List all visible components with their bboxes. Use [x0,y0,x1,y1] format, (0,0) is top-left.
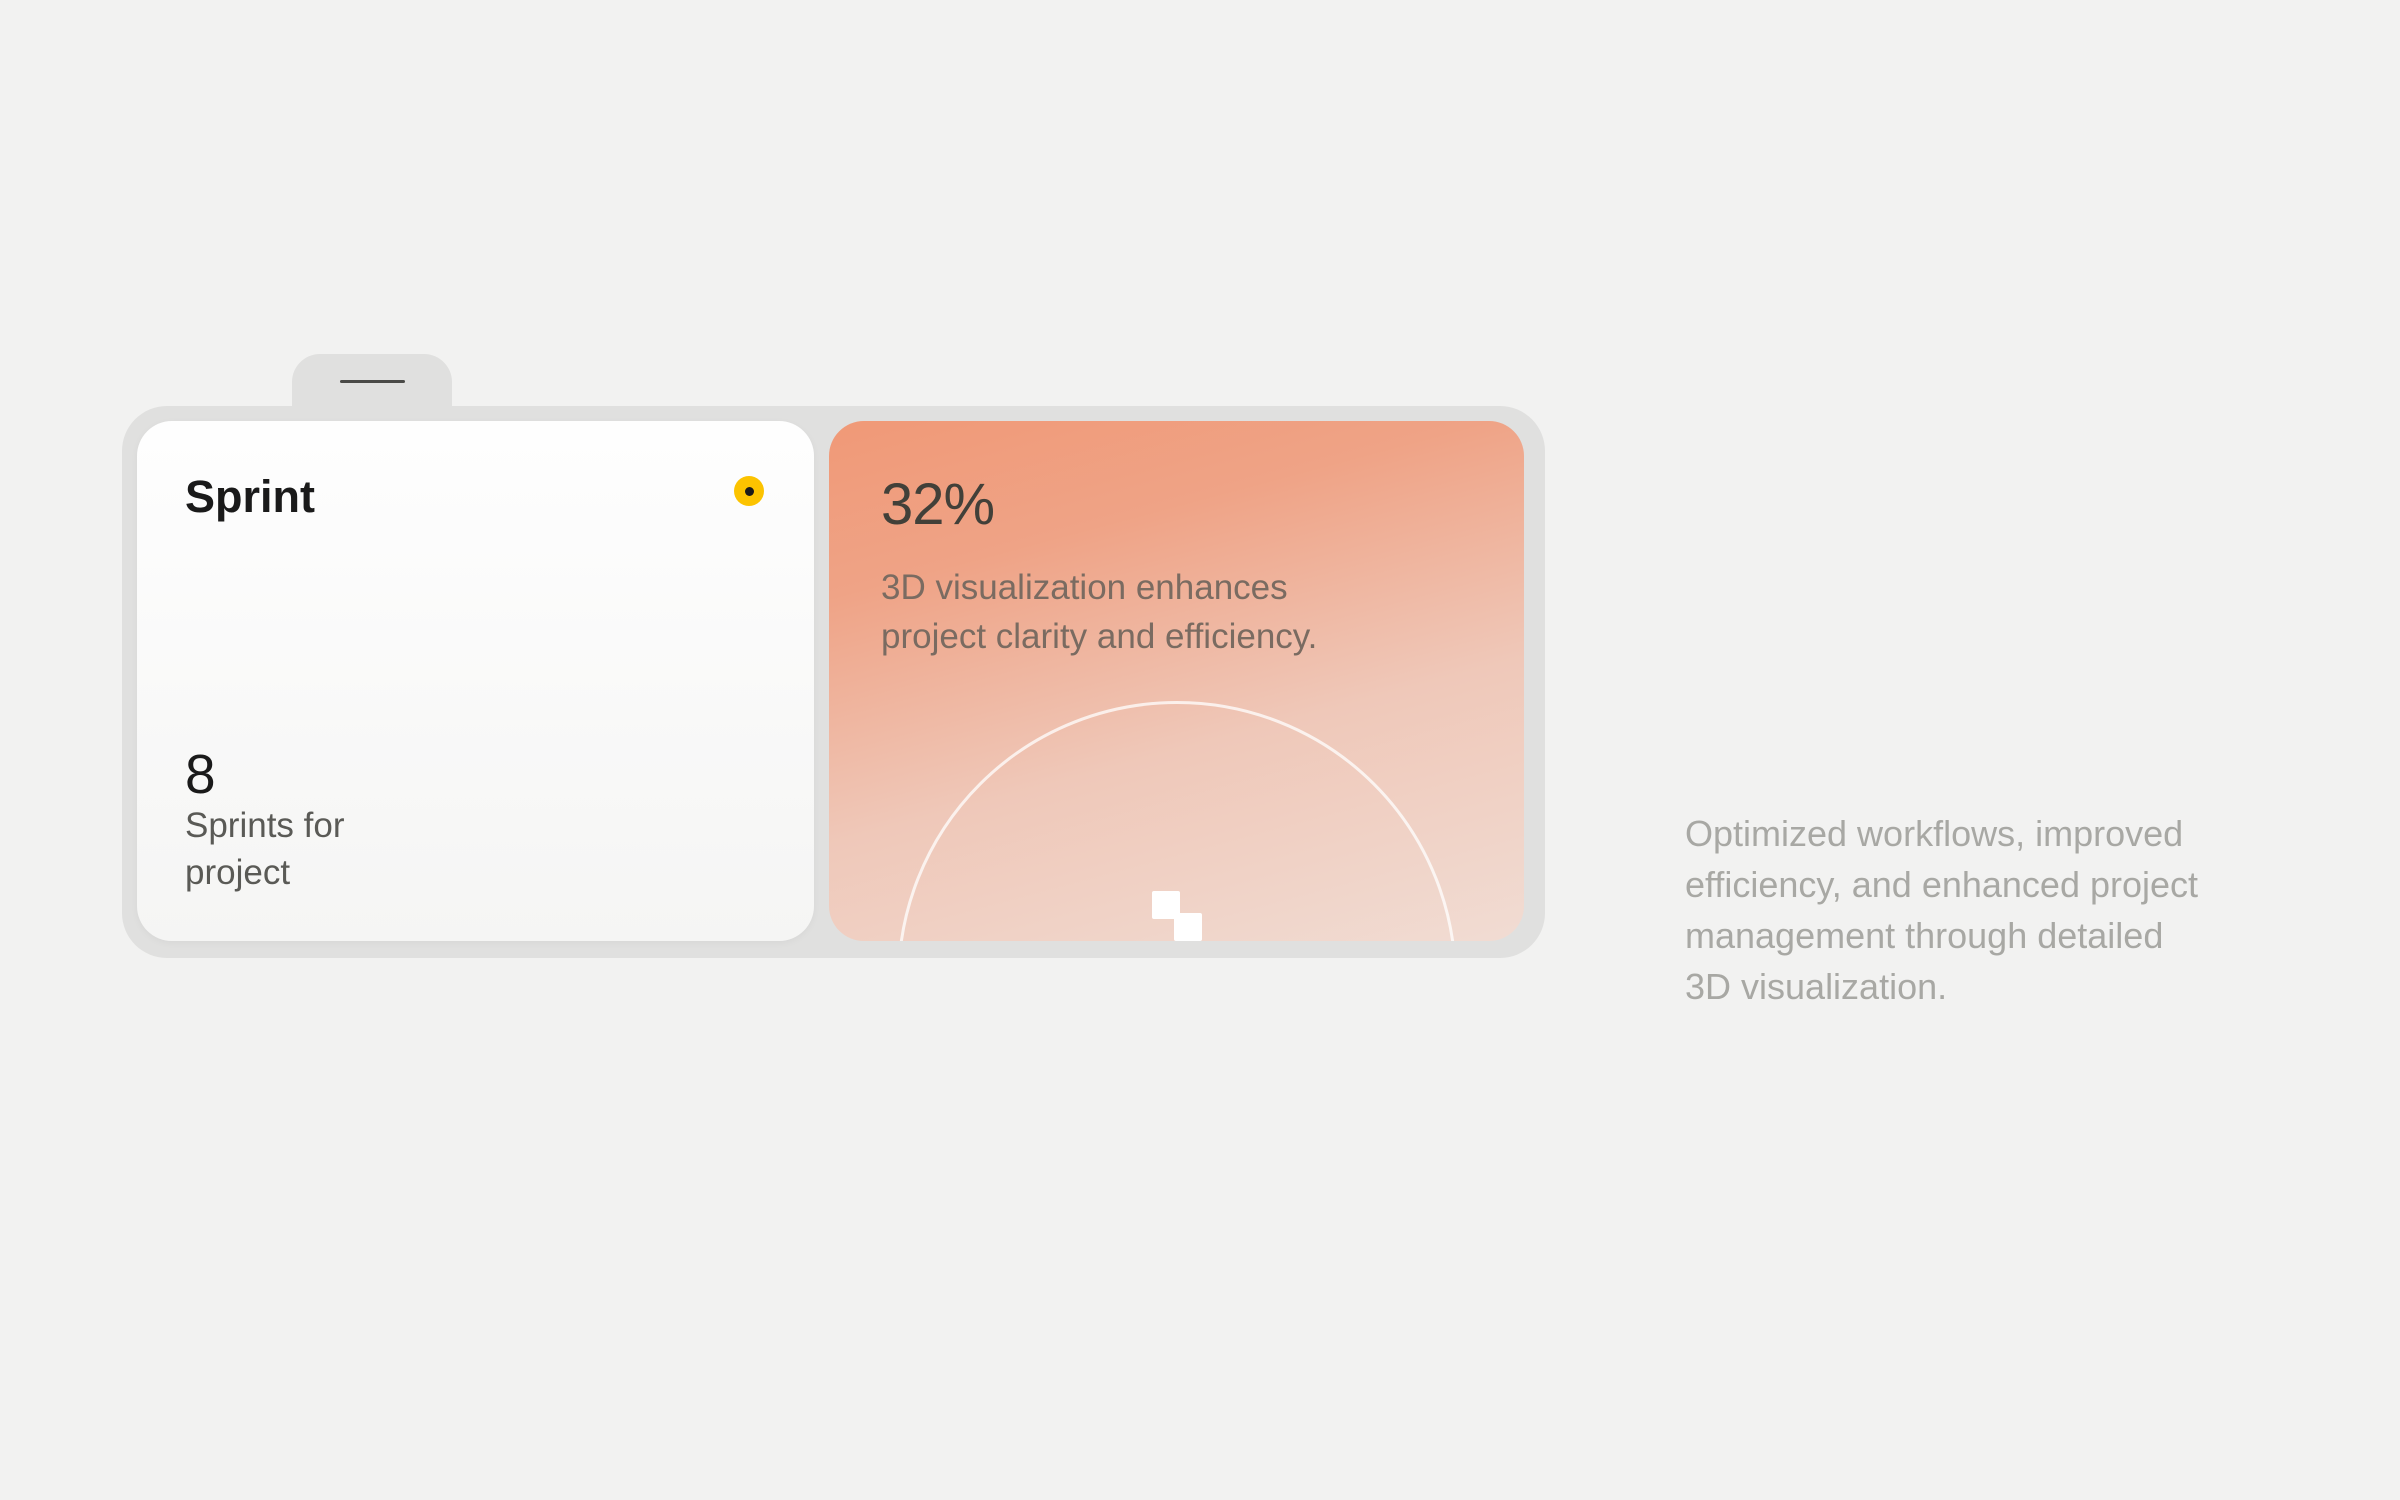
visualization-card[interactable]: 32% 3D visualization enhances project cl… [829,421,1524,941]
notch-handle [340,380,405,383]
cards-wrapper: Sprint 8 Sprints for project 32% 3D visu… [122,406,1545,958]
viz-description: 3D visualization enhances project clarit… [881,563,1401,661]
cubes-icon [1142,886,1212,941]
sprint-card[interactable]: Sprint 8 Sprints for project [137,421,814,941]
side-description: Optimized workflows, improved efficiency… [1685,808,2200,1012]
sprint-title: Sprint [185,471,766,523]
browser-notch [292,354,452,409]
viz-percent: 32% [881,471,1472,538]
dashboard-container: Sprint 8 Sprints for project 32% 3D visu… [122,376,1545,956]
sprint-count: 8 [185,742,216,806]
sprint-label: Sprints for project [185,802,385,897]
status-dot-icon [734,476,764,506]
